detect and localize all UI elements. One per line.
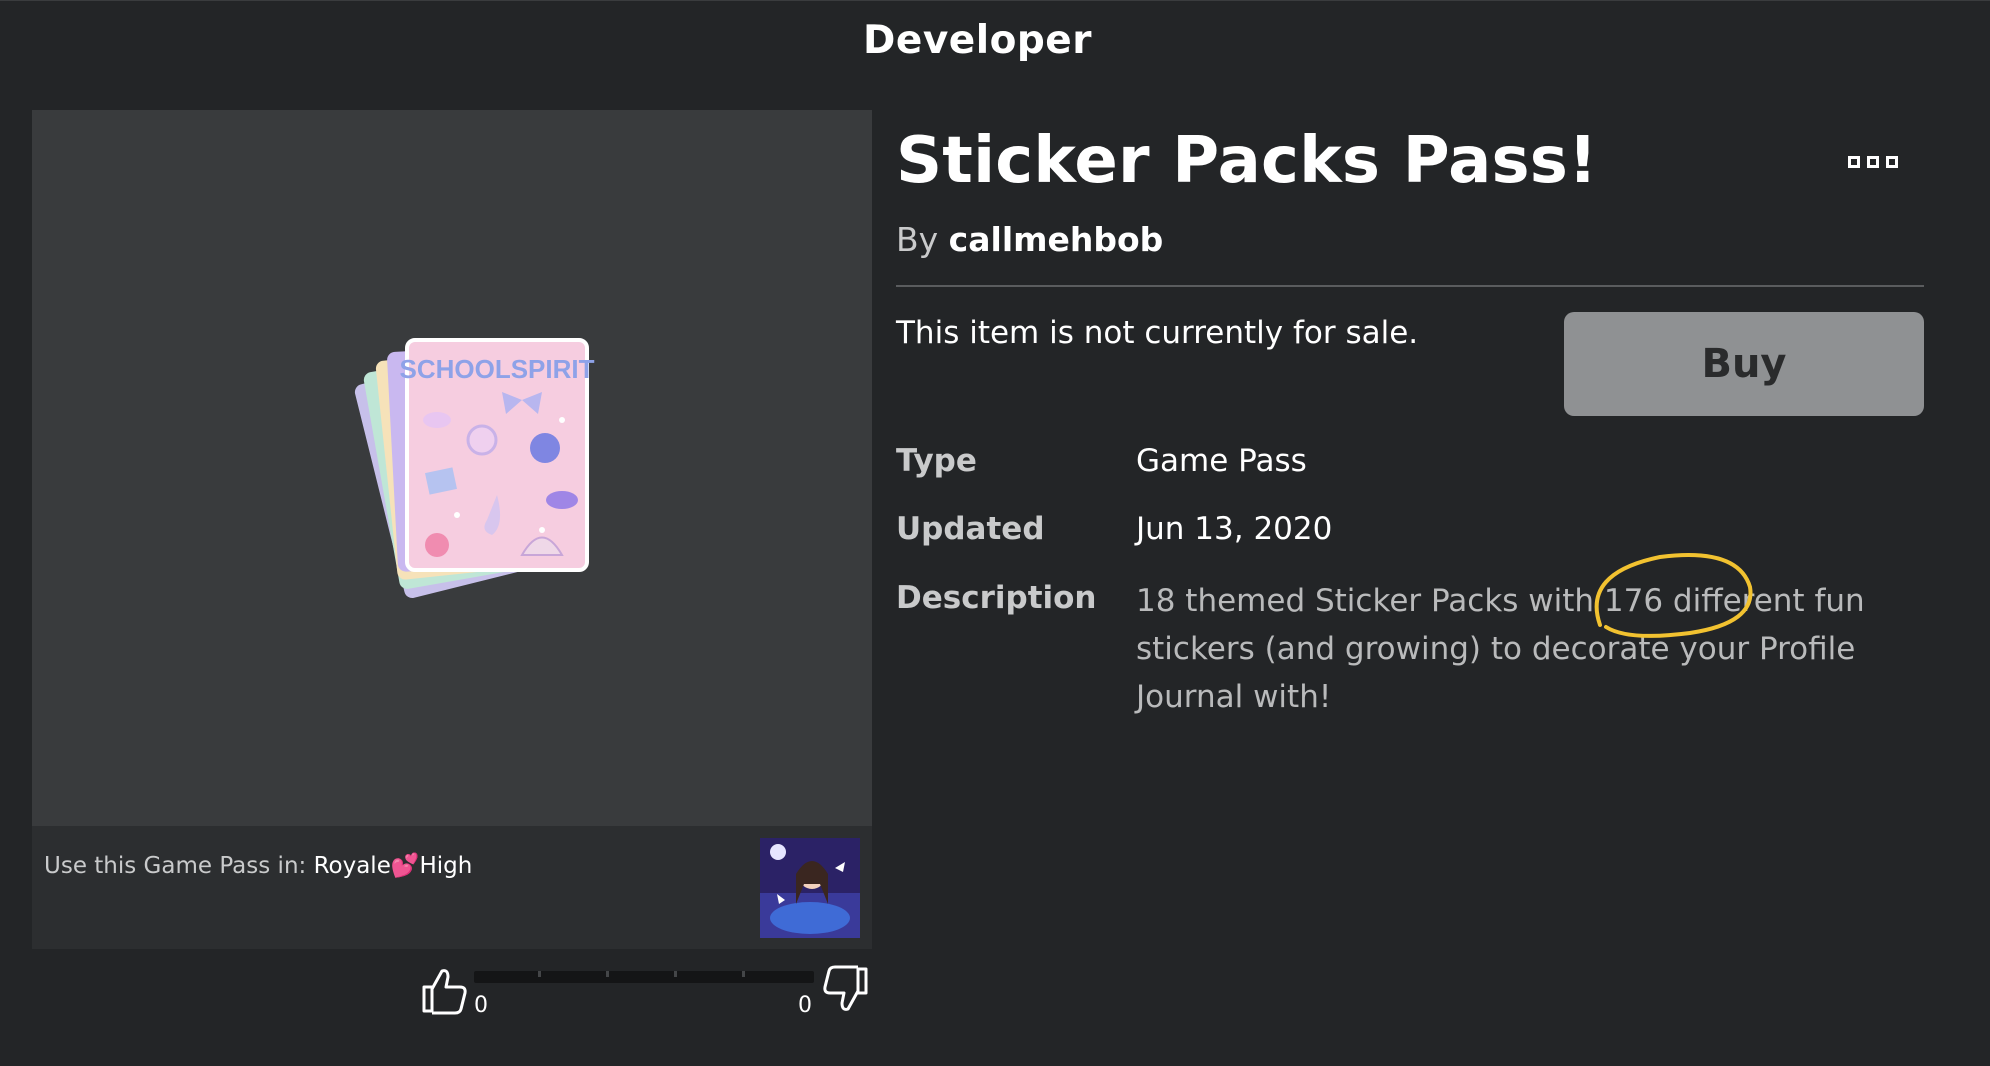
type-value: Game Pass	[1136, 443, 1307, 479]
more-options-icon[interactable]	[1848, 154, 1898, 170]
vote-tick	[606, 971, 609, 977]
item-title: Sticker Packs Pass!	[896, 124, 1598, 198]
vote-ratio-track	[474, 971, 814, 983]
game-link[interactable]: Royale💕High	[314, 853, 473, 879]
highlight-circle-annotation	[1594, 553, 1753, 638]
downvote-count: 0	[798, 993, 812, 1018]
updated-label: Updated	[896, 511, 1045, 547]
thumbs-up-icon[interactable]	[420, 965, 468, 1015]
sale-status: This item is not currently for sale.	[896, 315, 1419, 351]
creator-line: By callmehbob	[896, 220, 1163, 259]
description-text: 18 themed Sticker Packs with 176 differe…	[1136, 583, 1865, 715]
game-pass-usage-bar: Use this Game Pass in: Royale💕High	[32, 826, 872, 949]
buy-button[interactable]: Buy	[1564, 312, 1924, 416]
vote-tick	[674, 971, 677, 977]
use-in-text: Use this Game Pass in:	[44, 853, 314, 879]
use-in-label: Use this Game Pass in: Royale💕High	[44, 852, 472, 879]
game-thumbnail-image	[760, 838, 860, 938]
vote-tick	[538, 971, 541, 977]
thumbs-down-icon[interactable]	[822, 965, 870, 1015]
svg-text:SCHOOLSPIRIT: SCHOOLSPIRIT	[399, 354, 594, 384]
upvote-count: 0	[474, 993, 488, 1018]
catalog-item-page: Developer SCHOOLSPIRIT Use this Game Pas…	[0, 0, 1990, 1066]
page-header-title: Developer	[863, 18, 1092, 63]
type-label: Type	[896, 443, 977, 479]
sticker-pack-image: SCHOOLSPIRIT	[354, 338, 595, 599]
item-thumbnail: SCHOOLSPIRIT	[32, 110, 872, 826]
updated-value: Jun 13, 2020	[1136, 511, 1333, 547]
by-prefix: By	[896, 220, 949, 259]
game-thumbnail[interactable]	[760, 838, 860, 938]
vote-tick	[742, 971, 745, 977]
creator-link[interactable]: callmehbob	[949, 220, 1164, 259]
top-divider	[0, 0, 1990, 1]
description-label: Description	[896, 580, 1097, 616]
details-divider	[896, 285, 1924, 287]
vote-bar: 0 0	[420, 965, 872, 1025]
